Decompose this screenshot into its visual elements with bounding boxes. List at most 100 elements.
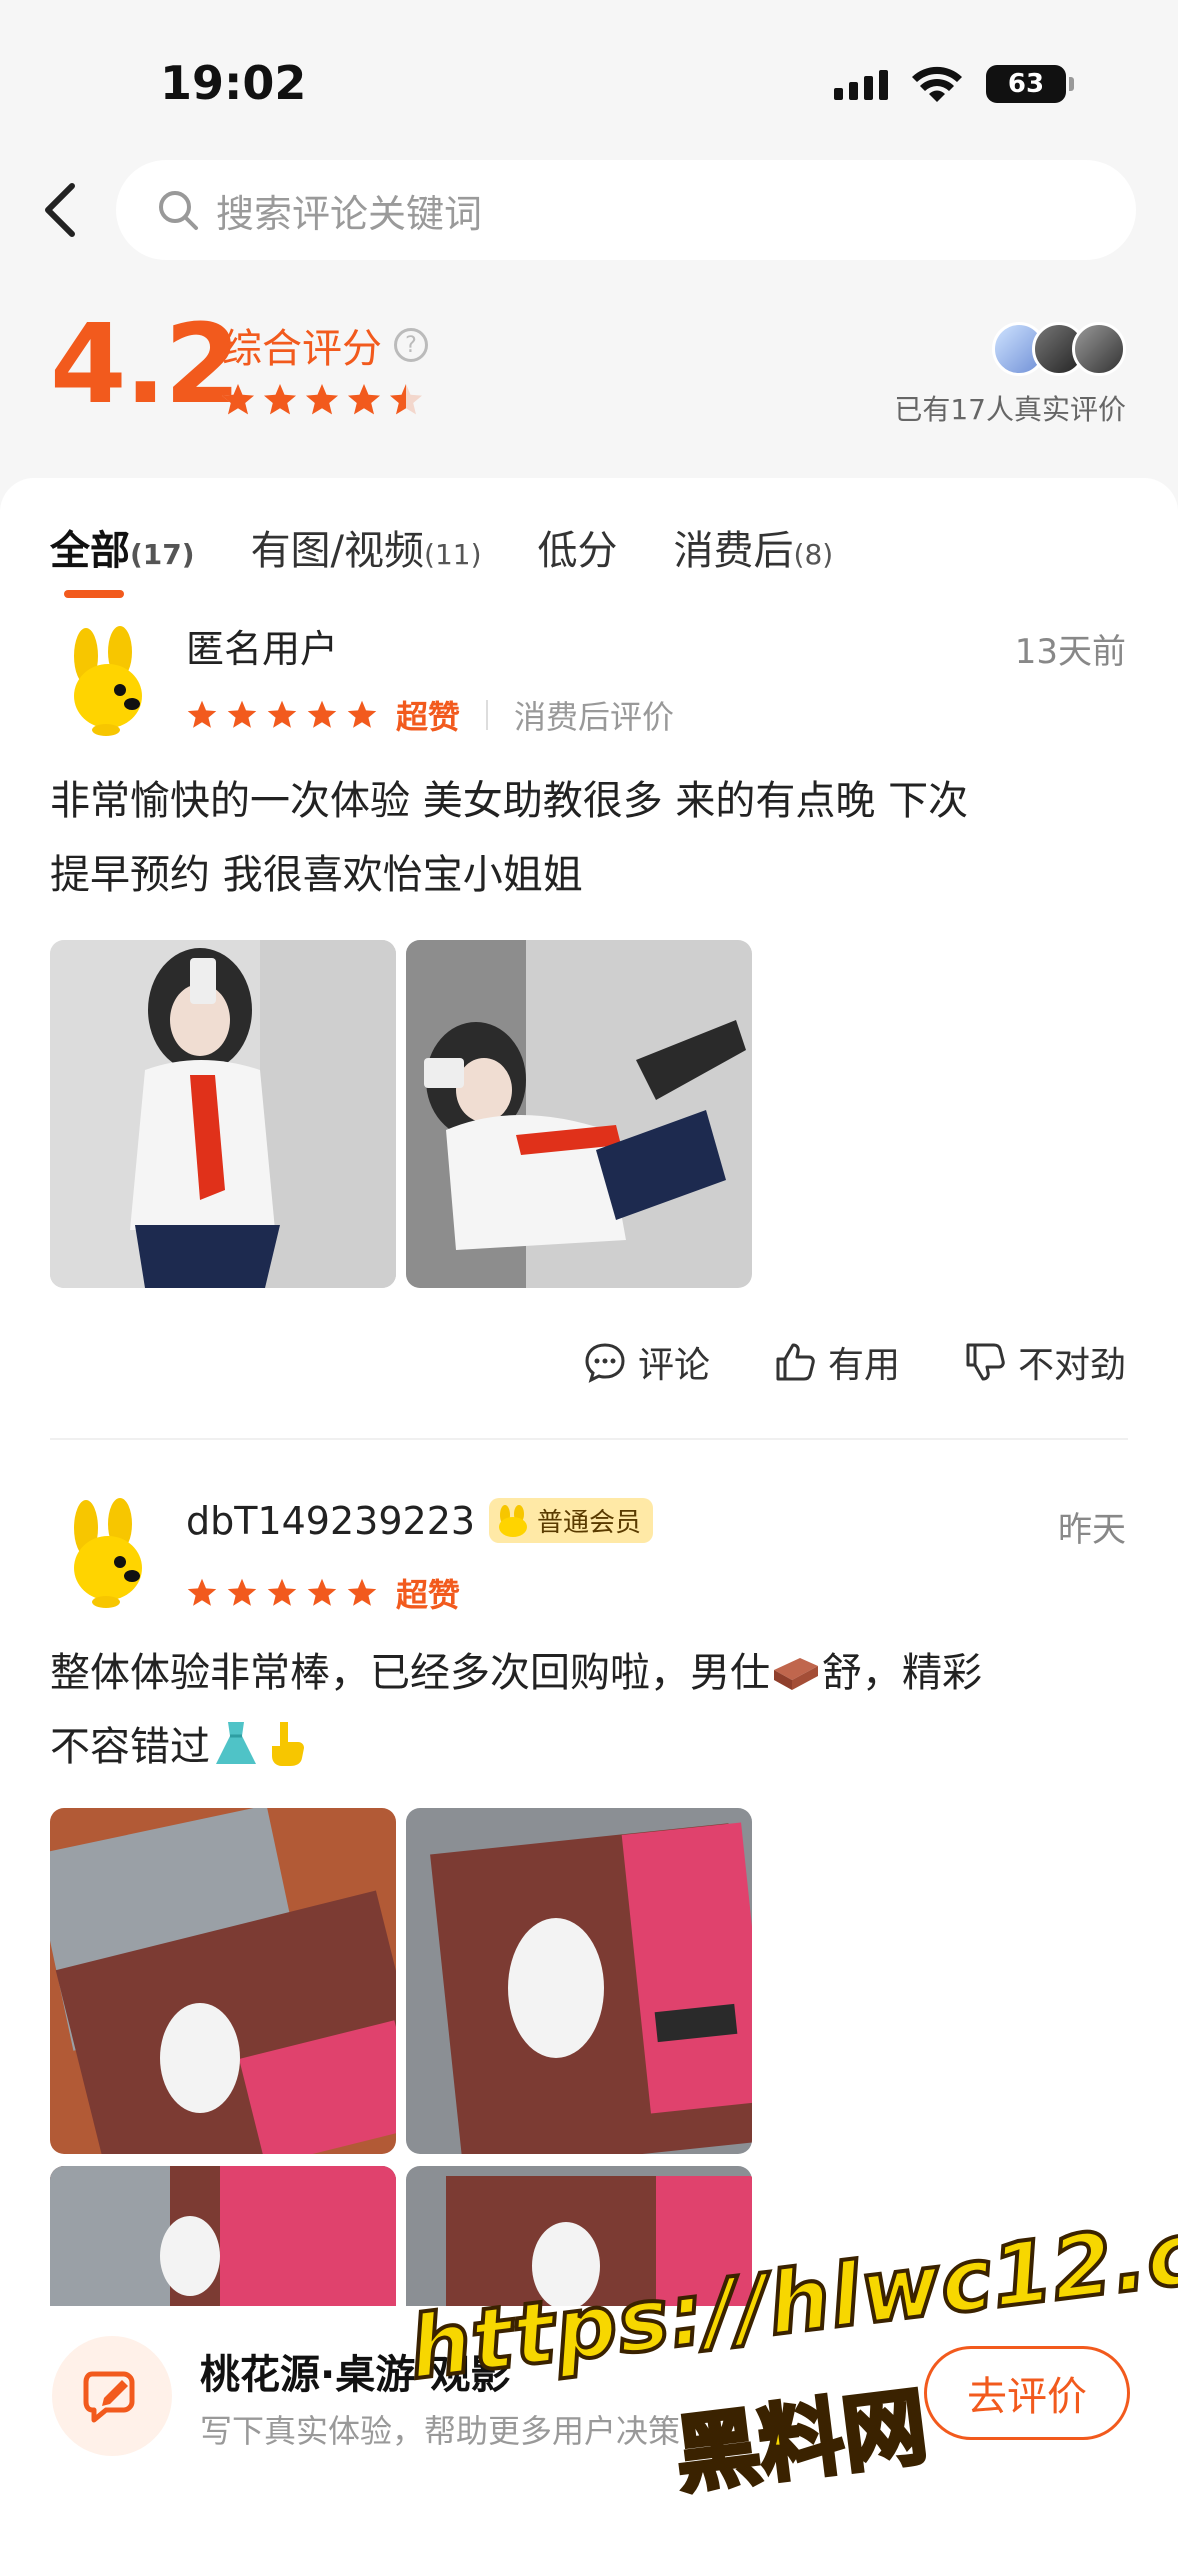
comment-icon [585,1343,625,1383]
review-text-part: 整体体验非常棒，已经多次回购啦，男仕 [50,1650,770,1696]
status-bar: 19:02 63 [0,0,1178,150]
review-photo[interactable] [50,2166,396,2306]
review-text-line: 整体体验非常棒，已经多次回购啦，男仕 舒，精彩 [50,1636,1130,1710]
dress-emoji-icon [216,1722,256,1764]
divider [50,1438,1128,1440]
member-mascot-icon [499,1504,528,1537]
review-text: 整体体验非常棒，已经多次回购啦，男仕 舒，精彩 不容错过 [50,1636,1130,1784]
rating-word: 超赞 [396,1576,461,1614]
pointing-down-emoji-icon [272,1722,304,1766]
star-icon [264,384,296,415]
useful-button[interactable]: 有用 [772,1336,900,1388]
review-rating: 超赞 [186,1570,460,1616]
reviewer-avatars[interactable] [992,322,1126,376]
review-photo[interactable] [406,1808,752,2154]
star-icon [390,384,422,415]
back-button[interactable] [30,170,90,250]
battery-icon: 63 [986,65,1074,103]
review-text-part: 舒，精彩 [822,1650,982,1696]
write-review-button[interactable]: 去评价 [924,2346,1130,2440]
review-stars [186,1577,378,1609]
review-text-line: 不容错过 [50,1710,1130,1784]
photo-person-illustration [50,940,396,1288]
useful-label: 有用 [827,1345,900,1386]
comment-label: 评论 [637,1345,710,1386]
review-stars [186,699,378,731]
not-right-label: 不对劲 [1017,1345,1126,1386]
reviewer-name-text: dbT149239223 [186,1498,476,1543]
review-photo[interactable] [50,940,396,1288]
search-placeholder: 搜索评论关键词 [216,191,483,236]
tab-label: 低分 [537,528,618,574]
review-time: 昨天 [1058,1510,1126,1550]
signal-icon [834,68,888,100]
search-input[interactable]: 搜索评论关键词 [116,160,1136,260]
review-tag: 消费后评价 [514,698,675,736]
review-photo[interactable] [406,940,752,1288]
rating-label: 综合评分 ? [222,316,428,374]
status-time: 19:02 [160,56,307,110]
tab-after-purchase[interactable]: 消费后(8) [674,518,834,576]
filter-tabs: 全部(17) 有图/视频(11) 低分 消费后(8) [50,518,834,598]
thumbs-down-icon [966,1343,1005,1381]
star-icon [307,700,337,728]
star-icon [227,1578,257,1606]
help-icon[interactable]: ? [394,328,428,362]
tab-all[interactable]: 全部(17) [50,518,195,598]
not-right-button[interactable]: 不对劲 [962,1336,1126,1388]
mascot-avatar-icon [74,1498,142,1608]
tab-with-media[interactable]: 有图/视频(11) [251,518,482,576]
search-icon [159,191,198,230]
avatar [1072,322,1126,376]
mascot-avatar-icon [74,626,142,736]
rating-word: 超赞 [396,698,461,736]
chevron-left-icon [45,183,75,237]
star-icon [187,700,217,728]
divider [486,700,489,730]
reviewer-name-text: 匿名用户 [186,627,339,671]
star-icon [187,1578,217,1606]
review-rating: 超赞 消费后评价 [186,692,674,738]
rating-score: 4.2 [50,300,241,428]
tab-count: (8) [793,538,834,571]
photo-book-illustration [50,1808,396,2154]
photo-book-illustration [406,1808,752,2154]
star-icon [347,1578,377,1606]
tab-count: (17) [130,538,195,571]
brick-emoji-icon [774,1658,818,1690]
tab-label: 消费后 [673,528,794,574]
tab-label: 有图/视频 [250,528,425,574]
star-icon [227,700,257,728]
member-badge: 普通会员 [489,1498,654,1543]
star-icon [307,1578,337,1606]
photo-book-illustration [50,2166,396,2306]
summary-stars [220,382,424,418]
edit-comment-icon [83,2371,135,2423]
review-text-line: 非常愉快的一次体验 美女助教很多 来的有点晚 下次 [50,778,969,824]
write-review-icon-button[interactable] [52,2336,172,2456]
star-icon [306,384,338,415]
star-icon [222,384,254,415]
review-text: 非常愉快的一次体验 美女助教很多 来的有点晚 下次 提早预约 我很喜欢怡宝小姐姐 [50,764,1130,912]
bottom-hint: 写下真实体验，帮助更多用户决策 [200,2412,681,2450]
tab-count: (11) [424,538,482,571]
wifi-icon [912,66,962,102]
status-indicators: 63 [834,64,1074,104]
review-count: 已有17人真实评价 [894,393,1126,426]
reviewer-name[interactable]: 匿名用户 [186,618,338,673]
photo-person-illustration [406,940,752,1288]
review-text-part: 不容错过 [50,1724,210,1770]
star-icon [348,384,380,415]
review-text-line: 提早预约 我很喜欢怡宝小姐姐 [50,852,583,898]
review-actions: 评论 有用 不对劲 [582,1336,1126,1388]
star-icon [347,700,377,728]
review-time: 13天前 [1014,632,1126,672]
star-icon [267,700,297,728]
comment-button[interactable]: 评论 [582,1336,710,1388]
reviewer-name[interactable]: dbT149239223 普通会员 [186,1498,654,1543]
tab-low-score[interactable]: 低分 [538,518,618,576]
thumbs-up-icon [776,1343,815,1381]
review-photo[interactable] [50,1808,396,2154]
tab-label: 全部 [50,528,130,574]
rating-label-text: 综合评分 [222,326,382,372]
